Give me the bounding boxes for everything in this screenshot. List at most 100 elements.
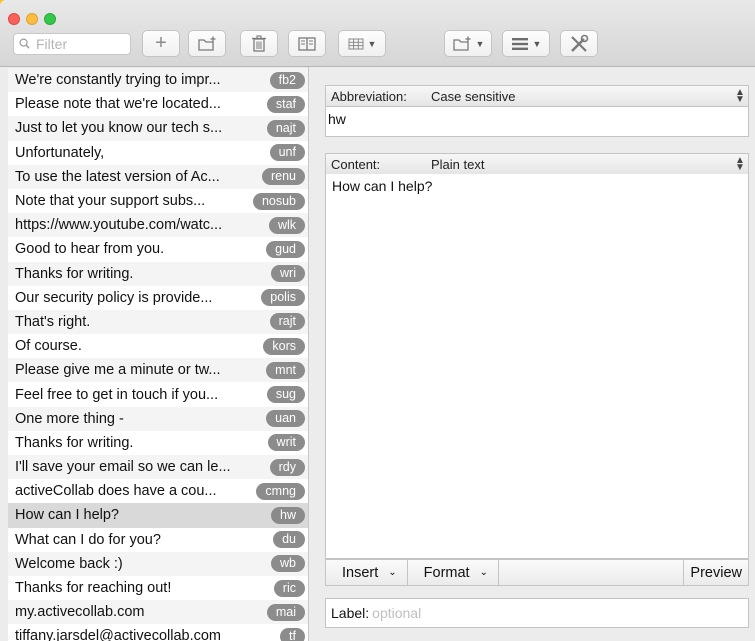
snippet-row[interactable]: Just to let you know our tech s... najt <box>8 116 308 141</box>
snippet-row[interactable]: Thanks for writing. writ <box>8 431 308 455</box>
abbreviation-badge: writ <box>267 434 305 452</box>
abbreviation-badge: sug <box>266 386 305 404</box>
content-label: Content: <box>331 156 381 172</box>
snippet-text: What can I do for you? <box>15 531 161 548</box>
abbreviation-badge: najt <box>266 119 305 137</box>
snippet-row[interactable]: One more thing - uan <box>8 406 308 431</box>
snippet-row[interactable]: Unfortunately, unf <box>8 141 308 165</box>
minimize-window-button[interactable] <box>26 13 38 25</box>
snippet-row[interactable]: That's right. rajt <box>8 309 308 335</box>
snippet-row[interactable]: Welcome back :) wb <box>8 551 308 576</box>
snippet-text: Thanks for reaching out! <box>15 580 172 597</box>
abbreviation-badge: mai <box>266 603 305 621</box>
abbreviation-header: Abbreviation: Case sensitive ▲ ▼ <box>325 85 749 107</box>
new-group-button[interactable] <box>188 30 226 57</box>
add-snippet-button[interactable]: + <box>142 30 180 57</box>
abbreviation-badge: wlk <box>268 216 305 234</box>
duplicate-button[interactable] <box>288 30 326 57</box>
zoom-window-button[interactable] <box>44 13 56 25</box>
label-field[interactable]: Label: optional <box>325 598 749 628</box>
abbreviation-badge: polis <box>261 289 305 307</box>
content-editor[interactable]: How can I help? <box>325 174 749 559</box>
abbreviation-badge: unf <box>269 144 305 162</box>
snippet-row[interactable]: I'll save your email so we can le... rdy <box>8 455 308 480</box>
new-folder-icon <box>452 36 471 51</box>
split-divider[interactable] <box>308 67 309 641</box>
snippet-text: Feel free to get in touch if you... <box>15 386 219 403</box>
updown-chevron-icon[interactable]: ▲ ▼ <box>732 156 748 173</box>
chevron-down-icon: ▼ <box>475 38 485 49</box>
snippet-text: Of course. <box>15 338 82 355</box>
snippet-text: Our security policy is provide... <box>15 289 213 306</box>
abbreviation-badge: fb2 <box>269 71 305 89</box>
preferences-button[interactable] <box>560 30 598 57</box>
new-folder-icon <box>198 36 216 51</box>
snippet-row[interactable]: Please give me a minute or tw... mnt <box>8 358 308 383</box>
snippet-row[interactable]: my.activecollab.com mai <box>8 600 308 625</box>
snippet-row[interactable]: Thanks for reaching out! ric <box>8 576 308 600</box>
abbreviation-field[interactable]: hw <box>325 107 749 137</box>
format-menu-button[interactable]: Format ⌄ <box>408 560 499 585</box>
snippet-text: Just to let you know our tech s... <box>15 120 223 137</box>
snippet-list[interactable]: We're constantly trying to impr... fb2 Ple… <box>8 68 308 641</box>
snippet-row[interactable]: To use the latest version of Ac... renu <box>8 164 308 189</box>
snippet-row[interactable]: What can I do for you? du <box>8 528 308 552</box>
label-field-label: Label: <box>331 605 370 621</box>
snippet-text: https://www.youtube.com/watc... <box>15 217 223 234</box>
snippet-text: activeCollab does have a cou... <box>15 483 217 500</box>
folder-menu-button[interactable]: ▼ <box>444 30 492 57</box>
menu-lines-icon <box>511 37 528 50</box>
snippet-text: One more thing - <box>15 410 124 427</box>
snippet-row[interactable]: Please note that we're located... staf <box>8 92 308 116</box>
abbreviation-badge: mnt <box>266 361 305 379</box>
abbreviation-label: Abbreviation: <box>331 88 407 104</box>
snippet-text: That's right. <box>15 313 91 330</box>
abbreviation-badge: gud <box>266 240 305 258</box>
snippet-row[interactable]: Of course. kors <box>8 334 308 358</box>
snippet-text: We're constantly trying to impr... <box>15 72 221 89</box>
chevron-down-icon: ⌄ <box>388 567 397 578</box>
snippet-row[interactable]: Our security policy is provide... polis <box>8 286 308 310</box>
filter-placeholder: Filter <box>36 36 68 52</box>
snippet-row[interactable]: Thanks for writing. wri <box>8 261 308 286</box>
label-field-placeholder: optional <box>372 605 422 621</box>
content-header: Content: Plain text ▲ ▼ <box>325 153 749 175</box>
snippet-row[interactable]: https://www.youtube.com/watc... wlk <box>8 213 308 238</box>
view-menu-button[interactable]: ▼ <box>338 30 386 57</box>
list-menu-button[interactable]: ▼ <box>502 30 550 57</box>
snippet-row[interactable]: Note that your support subs... nosub <box>8 189 308 213</box>
abbreviation-badge: hw <box>271 506 305 524</box>
delete-button[interactable] <box>240 30 278 57</box>
insert-label: Insert <box>342 564 379 581</box>
snippet-row[interactable]: tiffany.jarsdel@activecollab.com tf <box>8 624 308 641</box>
snippet-text: Thanks for writing. <box>15 434 134 451</box>
snippet-row[interactable]: We're constantly trying to impr... fb2 <box>8 68 308 93</box>
bottom-bar-spacer <box>499 560 683 585</box>
snippet-row[interactable]: activeCollab does have a cou... cmng <box>8 479 308 503</box>
close-window-button[interactable] <box>8 13 20 25</box>
trash-icon <box>252 34 266 52</box>
search-icon <box>19 38 30 49</box>
toolbar: Filter + ▼ ▼ ▼ <box>0 0 755 67</box>
content-mode-select[interactable]: Plain text <box>431 157 732 172</box>
snippet-row[interactable]: Good to hear from you. gud <box>8 237 308 261</box>
abbreviation-badge: nosub <box>252 192 305 210</box>
snippet-text: Thanks for writing. <box>15 265 134 282</box>
grid-icon <box>348 38 364 49</box>
snippet-text: Please note that we're located... <box>15 96 221 113</box>
abbreviation-badge: renu <box>261 168 305 186</box>
abbreviation-badge: wb <box>271 555 305 573</box>
preview-button[interactable]: Preview <box>683 560 748 585</box>
abbreviation-badge: wri <box>271 265 305 283</box>
snippet-row[interactable]: How can I help? hw <box>8 503 308 528</box>
abbreviation-mode-select[interactable]: Case sensitive <box>431 89 732 104</box>
filter-input[interactable]: Filter <box>13 33 131 55</box>
updown-chevron-icon[interactable]: ▲ ▼ <box>732 88 748 105</box>
snippet-text: I'll save your email so we can le... <box>15 459 231 476</box>
snippet-text: Unfortunately, <box>15 144 105 161</box>
snippet-text: Good to hear from you. <box>15 241 165 258</box>
snippet-text: Welcome back :) <box>15 555 123 572</box>
snippet-row[interactable]: Feel free to get in touch if you... sug <box>8 382 308 406</box>
columns-icon <box>298 36 316 51</box>
insert-menu-button[interactable]: Insert ⌄ <box>326 560 408 585</box>
